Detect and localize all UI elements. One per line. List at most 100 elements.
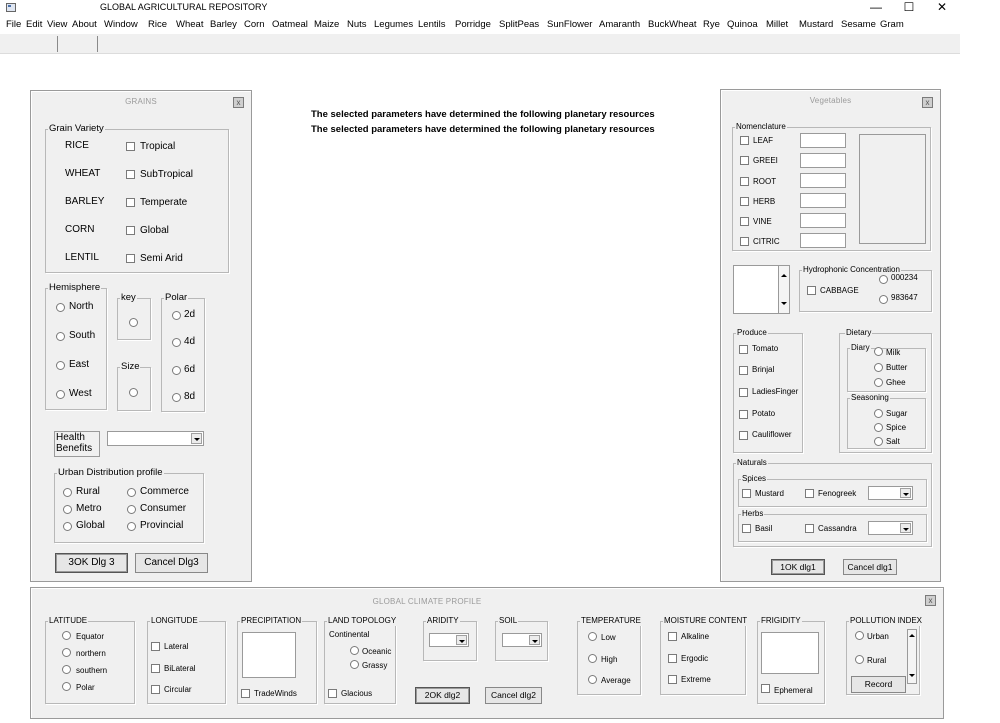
menu-lentils[interactable]: Lentils bbox=[418, 19, 445, 30]
southern-radio[interactable] bbox=[62, 665, 71, 674]
frigidity-input[interactable] bbox=[761, 632, 819, 674]
northern-radio[interactable] bbox=[62, 648, 71, 657]
scroll-down-icon[interactable] bbox=[781, 302, 787, 305]
citric-checkbox[interactable] bbox=[740, 237, 749, 246]
extreme-checkbox[interactable] bbox=[668, 675, 677, 684]
citric-input[interactable] bbox=[800, 233, 846, 248]
south-radio[interactable] bbox=[56, 332, 65, 341]
close-icon[interactable]: x bbox=[925, 595, 936, 606]
herb-input[interactable] bbox=[800, 193, 846, 208]
sugar-radio[interactable] bbox=[874, 409, 883, 418]
close-button[interactable]: ✕ bbox=[927, 0, 957, 15]
provincial-radio[interactable] bbox=[127, 522, 136, 531]
low-radio[interactable] bbox=[588, 632, 597, 641]
potato-checkbox[interactable] bbox=[739, 410, 748, 419]
menu-legumes[interactable]: Legumes bbox=[374, 19, 413, 30]
climate-ok-button[interactable]: 2OK dlg2 bbox=[415, 687, 470, 704]
east-radio[interactable] bbox=[56, 361, 65, 370]
bilateral-checkbox[interactable] bbox=[151, 664, 160, 673]
butter-radio[interactable] bbox=[874, 363, 883, 372]
milk-radio[interactable] bbox=[874, 347, 883, 356]
brinjal-checkbox[interactable] bbox=[739, 366, 748, 375]
vegetable-listbox-scrollbar[interactable] bbox=[778, 265, 790, 314]
mustard-checkbox[interactable] bbox=[742, 489, 751, 498]
grains-ok-button[interactable]: 3OK Dlg 3 bbox=[55, 553, 128, 573]
polar-radio[interactable] bbox=[62, 682, 71, 691]
circular-checkbox[interactable] bbox=[151, 685, 160, 694]
fenogreek-checkbox[interactable] bbox=[805, 489, 814, 498]
polar-4d-radio[interactable] bbox=[172, 338, 181, 347]
menu-millet[interactable]: Millet bbox=[766, 19, 788, 30]
root-checkbox[interactable] bbox=[740, 177, 749, 186]
subtropical-checkbox[interactable] bbox=[126, 170, 135, 179]
temperate-checkbox[interactable] bbox=[126, 198, 135, 207]
herbs-combo[interactable] bbox=[868, 521, 913, 535]
salt-radio[interactable] bbox=[874, 437, 883, 446]
semi-arid-checkbox[interactable] bbox=[126, 254, 135, 263]
menu-sunflower[interactable]: SunFlower bbox=[547, 19, 592, 30]
menu-about[interactable]: About bbox=[72, 19, 97, 30]
menu-oatmeal[interactable]: Oatmeal bbox=[272, 19, 308, 30]
menu-corn[interactable]: Corn bbox=[244, 19, 265, 30]
menu-gram[interactable]: Gram bbox=[880, 19, 904, 30]
tomato-checkbox[interactable] bbox=[739, 345, 748, 354]
metro-radio[interactable] bbox=[63, 505, 72, 514]
vegetables-cancel-button[interactable]: Cancel dlg1 bbox=[843, 559, 897, 575]
ergodic-checkbox[interactable] bbox=[668, 654, 677, 663]
menu-buckwheat[interactable]: BuckWheat bbox=[648, 19, 697, 30]
alkaline-checkbox[interactable] bbox=[668, 632, 677, 641]
cabbage-checkbox[interactable] bbox=[807, 286, 816, 295]
rural-radio[interactable] bbox=[63, 488, 72, 497]
concentration-radio-2[interactable] bbox=[879, 295, 888, 304]
grassy-radio[interactable] bbox=[350, 660, 359, 669]
vegetable-listbox[interactable] bbox=[733, 265, 779, 314]
glacious-checkbox[interactable] bbox=[328, 689, 337, 698]
chevron-down-icon[interactable] bbox=[456, 635, 467, 645]
menu-mustard[interactable]: Mustard bbox=[799, 19, 833, 30]
soil-combo[interactable] bbox=[502, 633, 542, 647]
menu-nuts[interactable]: Nuts bbox=[347, 19, 367, 30]
ladiesfinger-checkbox[interactable] bbox=[739, 388, 748, 397]
spices-combo[interactable] bbox=[868, 486, 913, 500]
scroll-down-icon[interactable] bbox=[909, 674, 915, 677]
concentration-radio-1[interactable] bbox=[879, 275, 888, 284]
green-checkbox[interactable] bbox=[740, 156, 749, 165]
tropical-checkbox[interactable] bbox=[126, 142, 135, 151]
consumer-radio[interactable] bbox=[127, 505, 136, 514]
basil-checkbox[interactable] bbox=[742, 524, 751, 533]
close-icon[interactable]: x bbox=[922, 97, 933, 108]
aridity-combo[interactable] bbox=[429, 633, 469, 647]
chevron-down-icon[interactable] bbox=[191, 433, 202, 444]
cassandra-checkbox[interactable] bbox=[805, 524, 814, 533]
leaf-checkbox[interactable] bbox=[740, 136, 749, 145]
close-icon[interactable]: x bbox=[233, 97, 244, 108]
chevron-down-icon[interactable] bbox=[529, 635, 540, 645]
scroll-up-icon[interactable] bbox=[909, 634, 915, 637]
menu-rice[interactable]: Rice bbox=[148, 19, 167, 30]
equator-radio[interactable] bbox=[62, 631, 71, 640]
record-button[interactable]: Record bbox=[851, 676, 906, 693]
menu-wheat[interactable]: Wheat bbox=[176, 19, 203, 30]
menu-barley[interactable]: Barley bbox=[210, 19, 237, 30]
cauliflower-checkbox[interactable] bbox=[739, 431, 748, 440]
global-radio[interactable] bbox=[63, 522, 72, 531]
menu-edit[interactable]: Edit bbox=[26, 19, 42, 30]
west-radio[interactable] bbox=[56, 390, 65, 399]
precipitation-input[interactable] bbox=[242, 632, 296, 678]
minimize-button[interactable]: — bbox=[861, 0, 891, 15]
scroll-up-icon[interactable] bbox=[781, 274, 787, 277]
polar-8d-radio[interactable] bbox=[172, 393, 181, 402]
north-radio[interactable] bbox=[56, 303, 65, 312]
menu-view[interactable]: View bbox=[47, 19, 67, 30]
herb-checkbox[interactable] bbox=[740, 197, 749, 206]
polar-2d-radio[interactable] bbox=[172, 311, 181, 320]
menu-quinoa[interactable]: Quinoa bbox=[727, 19, 758, 30]
green-input[interactable] bbox=[800, 153, 846, 168]
polar-6d-radio[interactable] bbox=[172, 366, 181, 375]
chevron-down-icon[interactable] bbox=[900, 523, 911, 533]
urban-radio[interactable] bbox=[855, 631, 864, 640]
lateral-checkbox[interactable] bbox=[151, 642, 160, 651]
grains-cancel-button[interactable]: Cancel Dlg3 bbox=[135, 553, 208, 573]
chevron-down-icon[interactable] bbox=[900, 488, 911, 498]
climate-cancel-button[interactable]: Cancel dlg2 bbox=[485, 687, 542, 704]
